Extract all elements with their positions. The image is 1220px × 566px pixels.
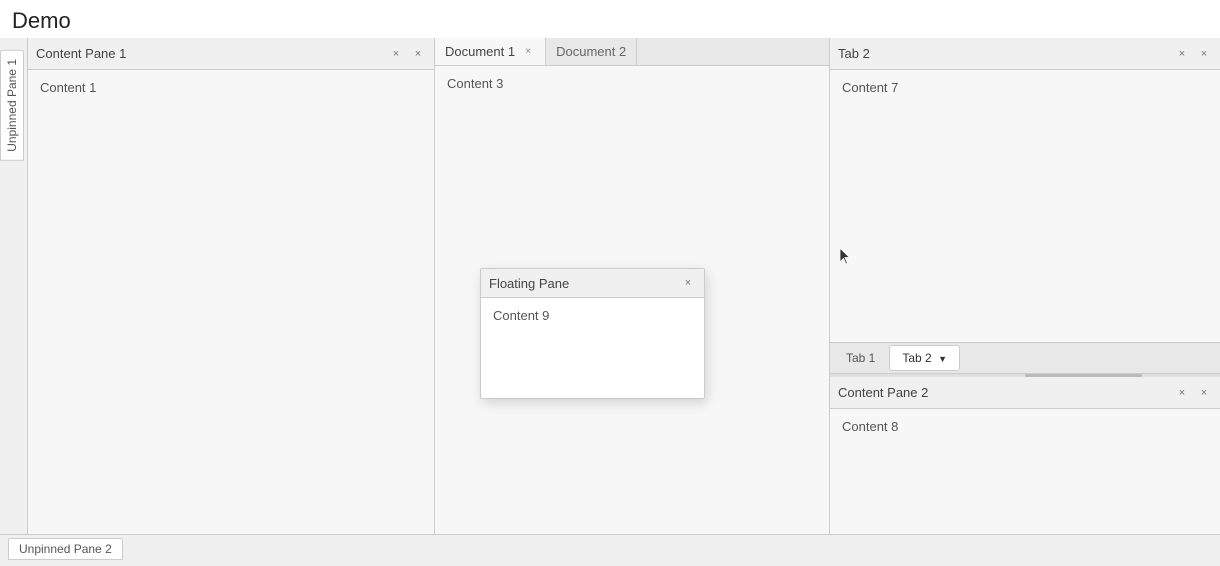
tabs-scrollbar-thumb [1025,374,1142,377]
tab-1-label: Tab 1 [846,351,875,365]
right-section: Tab 2 × × Content 7 Tab 1 Tab 2 ▼ [830,38,1220,562]
document-tab-1[interactable]: Document 1 × [435,38,546,65]
document-tab-1-label: Document 1 [445,44,515,59]
document-tab-2[interactable]: Document 2 [546,38,637,65]
right-top-pane-pin-icon[interactable]: × [1174,46,1190,62]
left-section: Unpinned Pane 1 Content Pane 1 × × Conte… [0,38,435,562]
tabs-scrollbar [830,374,1220,377]
floating-pane-title: Floating Pane [489,276,680,291]
tab-2-item[interactable]: Tab 2 ▼ [889,345,960,371]
bottom-bar: Unpinned Pane 2 [0,534,1220,562]
right-bottom-pane-pin-icon[interactable]: × [1174,385,1190,401]
content-pane-1-pin-icon[interactable]: × [388,46,404,62]
right-bottom-pane-header: Content Pane 2 × × [830,377,1220,409]
tab-1-item[interactable]: Tab 1 [834,346,887,370]
unpinned-pane-1-label: Unpinned Pane 1 [0,50,24,161]
unpinned-pane-1-tab[interactable]: Unpinned Pane 1 [0,38,28,562]
content-pane-1-title: Content Pane 1 [36,46,388,61]
content-pane-1-icons: × × [388,46,426,62]
right-bottom-pane-title: Content Pane 2 [838,385,1174,400]
content-pane-1: Content Pane 1 × × Content 1 [28,38,434,562]
right-top-pane-icons: × × [1174,46,1212,62]
unpinned-pane-2-label: Unpinned Pane 2 [19,542,112,556]
right-top-pane-close-icon[interactable]: × [1196,46,1212,62]
document-tab-1-close-icon[interactable]: × [521,45,535,59]
right-bottom-pane-icons: × × [1174,385,1212,401]
right-tabs-bar: Tab 1 Tab 2 ▼ [830,343,1220,374]
floating-pane: Floating Pane × Content 9 [480,268,705,399]
document-tab-2-label: Document 2 [556,44,626,59]
content-pane-1-header: Content Pane 1 × × [28,38,434,70]
right-bottom-pane-close-icon[interactable]: × [1196,385,1212,401]
unpinned-pane-2-tab[interactable]: Unpinned Pane 2 [8,538,123,560]
app-title: Demo [0,0,1220,38]
content-pane-1-content: Content 1 [28,70,434,562]
tab-2-dropdown-icon[interactable]: ▼ [938,354,947,364]
floating-pane-content: Content 9 [481,298,704,398]
right-top-pane-title: Tab 2 [838,46,1174,61]
right-top-pane-content: Content 7 [830,70,1220,342]
workspace: Unpinned Pane 1 Content Pane 1 × × Conte… [0,38,1220,562]
content-pane-1-close-icon[interactable]: × [410,46,426,62]
right-top-pane-header: Tab 2 × × [830,38,1220,70]
floating-pane-header: Floating Pane × [481,269,704,298]
tab-2-label: Tab 2 [902,351,931,365]
right-top-pane: Tab 2 × × Content 7 [830,38,1220,343]
document-tabs: Document 1 × Document 2 [435,38,829,66]
floating-pane-close-icon[interactable]: × [680,275,696,291]
